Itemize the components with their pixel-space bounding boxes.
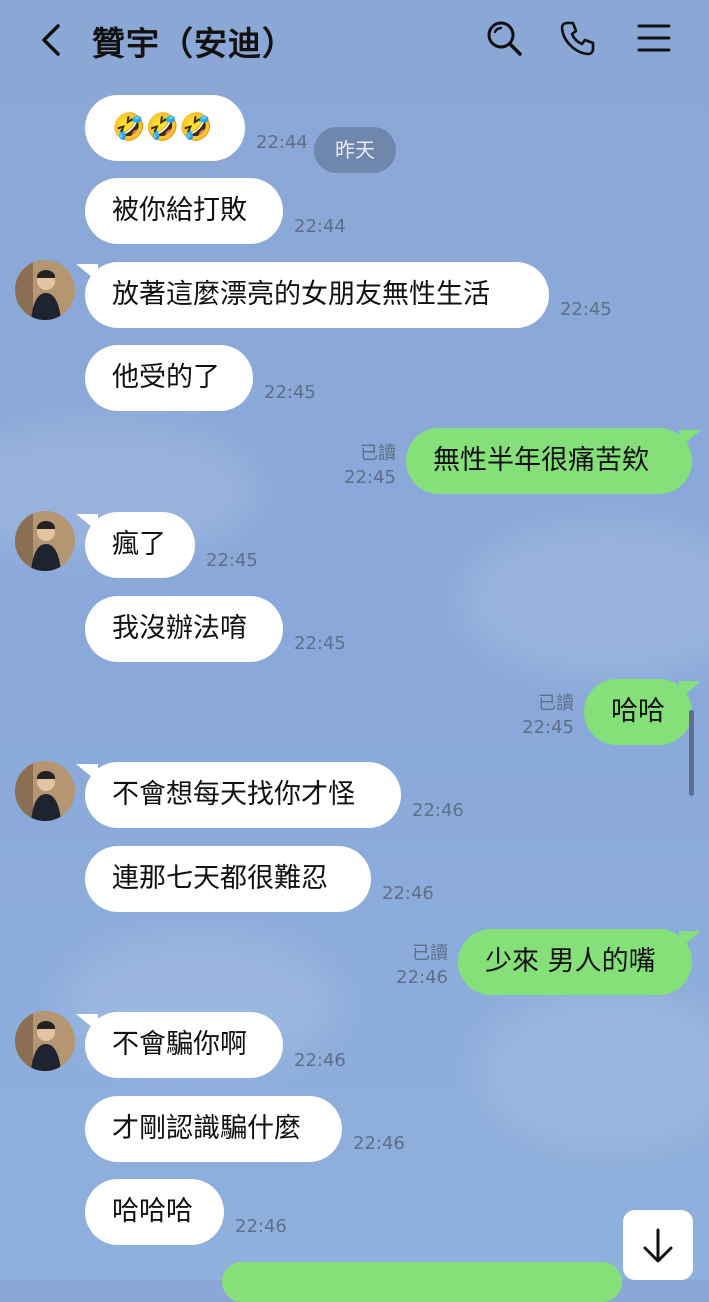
message-time: 22:45: [560, 299, 612, 320]
contact-avatar[interactable]: [15, 511, 75, 571]
read-receipt: 已讀 22:45: [508, 692, 574, 740]
message-time: 22:46: [353, 1133, 405, 1154]
message-time: 22:45: [344, 467, 396, 488]
message-text: 不會騙你啊: [112, 1029, 247, 1060]
message-bubble-incoming[interactable]: 才剛認識騙什麼: [85, 1096, 342, 1162]
message-text: 被你給打敗: [112, 195, 247, 226]
message-text: 無性半年很痛苦欸: [433, 445, 649, 476]
message-text: 才剛認識騙什麼: [112, 1113, 301, 1144]
message-bubble-outgoing[interactable]: 無性半年很痛苦欸: [406, 428, 701, 494]
message-time: 22:45: [264, 382, 316, 403]
message-text: 他受的了: [112, 362, 220, 393]
phone-icon[interactable]: [558, 18, 598, 58]
contact-avatar[interactable]: [15, 260, 75, 320]
message-time: 22:45: [294, 633, 346, 654]
message-bubble-incoming[interactable]: 我沒辦法唷: [85, 596, 283, 662]
message-bubble-incoming[interactable]: 瘋了: [76, 512, 195, 578]
message-text: 🤣🤣🤣: [112, 112, 213, 143]
read-label: 已讀: [412, 943, 448, 964]
message-bubble-outgoing-partial[interactable]: [222, 1262, 622, 1302]
message-bubble-incoming[interactable]: 不會想每天找你才怪: [76, 762, 401, 828]
message-text: 放著這麼漂亮的女朋友無性生活: [112, 279, 490, 310]
back-icon[interactable]: [34, 20, 74, 60]
search-icon[interactable]: [484, 18, 524, 58]
message-bubble-incoming[interactable]: 被你給打敗: [85, 178, 283, 244]
read-label: 已讀: [360, 443, 396, 464]
read-label: 已讀: [538, 693, 574, 714]
scroll-to-bottom-button[interactable]: [623, 1210, 693, 1280]
read-receipt: 已讀 22:46: [382, 942, 448, 990]
message-bubble-incoming[interactable]: 哈哈哈: [85, 1179, 224, 1245]
message-bubble-incoming[interactable]: 不會騙你啊: [76, 1012, 283, 1078]
arrow-down-icon: [643, 1228, 673, 1263]
message-time: 22:45: [206, 550, 258, 571]
message-text: 我沒辦法唷: [112, 613, 247, 644]
message-text: 哈哈哈: [112, 1196, 193, 1227]
chat-title: 贊宇（安迪）: [92, 24, 296, 63]
chat-header: 贊宇（安迪）: [0, 0, 709, 80]
message-text: 連那七天都很難忍: [112, 863, 328, 894]
message-bubble-incoming[interactable]: 放著這麼漂亮的女朋友無性生活: [76, 262, 549, 328]
message-time: 22:45: [522, 717, 574, 738]
message-time: 22:46: [396, 967, 448, 988]
contact-avatar[interactable]: [15, 761, 75, 821]
message-time: 22:46: [382, 883, 434, 904]
message-text: 不會想每天找你才怪: [112, 779, 355, 810]
date-separator: 昨天: [314, 127, 396, 173]
message-text: 少來 男人的嘴: [485, 946, 656, 977]
message-time: 22:44: [256, 132, 308, 153]
message-bubble-outgoing[interactable]: 少來 男人的嘴: [458, 929, 701, 995]
message-time: 22:44: [294, 216, 346, 237]
contact-avatar[interactable]: [15, 1011, 75, 1071]
message-time: 22:46: [294, 1050, 346, 1071]
scrollbar-thumb[interactable]: [689, 710, 694, 796]
message-time: 22:46: [412, 800, 464, 821]
message-bubble-incoming[interactable]: 他受的了: [85, 345, 253, 411]
read-receipt: 已讀 22:45: [330, 442, 396, 490]
message-text: 瘋了: [112, 529, 166, 560]
message-text: 哈哈: [611, 696, 665, 727]
menu-icon[interactable]: [634, 18, 674, 58]
message-bubble-outgoing[interactable]: 哈哈: [584, 679, 701, 745]
message-bubble-incoming[interactable]: 連那七天都很難忍: [85, 846, 371, 912]
message-time: 22:46: [235, 1216, 287, 1237]
message-bubble-incoming[interactable]: 🤣🤣🤣: [85, 95, 245, 161]
